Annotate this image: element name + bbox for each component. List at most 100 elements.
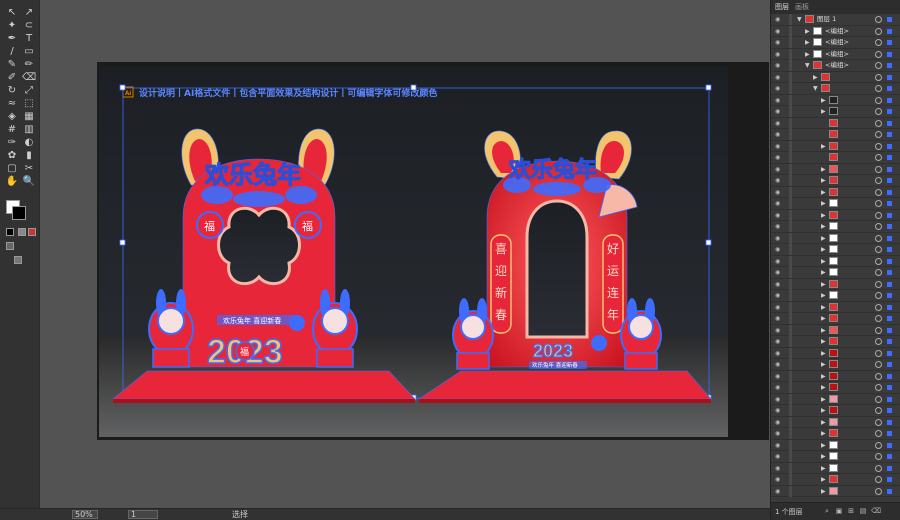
visibility-eye-icon[interactable]: ◉ — [775, 269, 780, 276]
visibility-eye-icon[interactable]: ◉ — [775, 258, 780, 265]
target-circle-icon[interactable] — [875, 349, 882, 357]
target-circle-icon[interactable] — [875, 326, 882, 334]
selection-indicator[interactable] — [887, 488, 892, 494]
target-circle-icon[interactable] — [875, 338, 882, 345]
layer-row[interactable]: ◉ ▶ — [771, 428, 900, 440]
pen-tool-icon[interactable]: ✒ — [5, 32, 19, 46]
visibility-eye-icon[interactable]: ◉ — [775, 442, 780, 449]
lock-toggle[interactable] — [789, 209, 792, 221]
layer-row[interactable]: ◉ ▶ <编组> — [771, 25, 900, 37]
expand-triangle-icon[interactable]: ▶ — [821, 166, 826, 173]
target-circle-icon[interactable] — [875, 39, 882, 46]
visibility-eye-icon[interactable]: ◉ — [775, 235, 780, 242]
lock-toggle[interactable] — [789, 152, 792, 163]
expand-triangle-icon[interactable]: ▶ — [821, 373, 826, 380]
target-circle-icon[interactable] — [875, 50, 882, 58]
visibility-eye-icon[interactable]: ◉ — [775, 200, 780, 207]
shape-builder-tool-icon[interactable]: ◈ — [5, 110, 19, 124]
selection-indicator[interactable] — [887, 465, 892, 471]
expand-triangle-icon[interactable]: ▶ — [821, 97, 826, 104]
layer-row[interactable]: ◉ ▶ — [771, 209, 900, 221]
lock-toggle[interactable] — [789, 405, 792, 416]
target-circle-icon[interactable] — [875, 315, 882, 322]
selection-indicator[interactable] — [887, 350, 892, 356]
layer-row[interactable]: ◉ ▶ — [771, 313, 900, 325]
layer-row[interactable]: ◉ ▶ — [771, 244, 900, 256]
visibility-eye-icon[interactable]: ◉ — [775, 465, 780, 472]
none-color-icon[interactable] — [28, 228, 36, 236]
color-mode-icon[interactable] — [18, 228, 26, 236]
expand-triangle-icon[interactable]: ▶ — [821, 246, 826, 253]
layer-row[interactable]: ◉ ▶ — [771, 324, 900, 336]
make-clipping-mask-icon[interactable]: ▣ — [835, 507, 843, 515]
scale-tool-icon[interactable]: ⤢ — [22, 84, 36, 98]
visibility-eye-icon[interactable]: ◉ — [775, 373, 780, 380]
selection-indicator[interactable] — [887, 247, 892, 252]
layer-row[interactable]: ◉ ▶ — [771, 485, 900, 497]
visibility-eye-icon[interactable]: ◉ — [775, 246, 780, 253]
collapse-triangle-icon[interactable]: ▼ — [805, 62, 810, 69]
selection-indicator[interactable] — [887, 327, 892, 333]
layer-row[interactable]: ◉ ▶ — [771, 347, 900, 359]
target-circle-icon[interactable] — [875, 257, 882, 265]
lock-toggle[interactable] — [789, 83, 792, 94]
visibility-eye-icon[interactable]: ◉ — [775, 327, 780, 334]
selection-indicator[interactable] — [887, 166, 892, 172]
layer-row[interactable]: ◉ — [771, 152, 900, 164]
lasso-tool-icon[interactable]: ⊂ — [22, 19, 36, 33]
lock-toggle[interactable] — [789, 267, 792, 278]
artboard-tool-icon[interactable]: ▢ — [5, 162, 19, 176]
selection-indicator[interactable] — [887, 454, 892, 459]
selection-indicator[interactable] — [887, 120, 892, 126]
visibility-eye-icon[interactable]: ◉ — [775, 120, 780, 127]
lock-toggle[interactable] — [789, 474, 792, 485]
lock-toggle[interactable] — [789, 60, 792, 71]
visibility-eye-icon[interactable]: ◉ — [775, 189, 780, 196]
target-circle-icon[interactable] — [875, 27, 882, 35]
target-circle-icon[interactable] — [875, 234, 882, 242]
expand-triangle-icon[interactable]: ▶ — [821, 338, 826, 345]
draw-mode-icon[interactable] — [6, 242, 14, 250]
target-circle-icon[interactable] — [875, 85, 882, 92]
expand-triangle-icon[interactable]: ▶ — [805, 51, 810, 58]
eraser-tool-icon[interactable]: ⌫ — [22, 71, 36, 85]
lock-toggle[interactable] — [789, 278, 792, 290]
visibility-eye-icon[interactable]: ◉ — [775, 51, 780, 58]
layer-row[interactable]: ◉ ▶ — [771, 255, 900, 267]
target-circle-icon[interactable] — [875, 211, 882, 219]
selection-indicator[interactable] — [887, 40, 892, 45]
type-tool-icon[interactable]: T — [22, 32, 36, 46]
expand-triangle-icon[interactable]: ▶ — [821, 327, 826, 334]
layer-row[interactable]: ◉ ▶ — [771, 278, 900, 290]
target-circle-icon[interactable] — [875, 418, 882, 426]
layer-row[interactable]: ◉ ▶ — [771, 474, 900, 486]
layer-row[interactable]: ◉ ▶ — [771, 221, 900, 233]
lock-toggle[interactable] — [789, 232, 792, 244]
selection-indicator[interactable] — [887, 51, 892, 57]
target-circle-icon[interactable] — [875, 407, 882, 414]
lock-toggle[interactable] — [789, 106, 792, 117]
collapse-triangle-icon[interactable]: ▼ — [813, 85, 818, 92]
lock-toggle[interactable] — [789, 347, 792, 359]
selection-indicator[interactable] — [887, 178, 892, 183]
target-circle-icon[interactable] — [875, 108, 882, 115]
selection-indicator[interactable] — [887, 477, 892, 482]
target-circle-icon[interactable] — [875, 62, 882, 69]
layer-row[interactable]: ◉ ▶ — [771, 140, 900, 152]
expand-triangle-icon[interactable]: ▶ — [821, 223, 826, 230]
target-circle-icon[interactable] — [875, 16, 882, 23]
expand-triangle-icon[interactable]: ▶ — [821, 419, 826, 426]
expand-triangle-icon[interactable]: ▶ — [821, 350, 826, 357]
lock-toggle[interactable] — [789, 244, 792, 255]
paintbrush-tool-icon[interactable]: ✎ — [5, 58, 19, 72]
target-circle-icon[interactable] — [875, 441, 882, 449]
expand-triangle-icon[interactable]: ▶ — [821, 212, 826, 219]
symbol-sprayer-tool-icon[interactable]: ✿ — [5, 149, 19, 163]
layer-row[interactable]: ◉ ▶ — [771, 462, 900, 474]
target-circle-icon[interactable] — [875, 131, 882, 138]
column-graph-tool-icon[interactable]: ▮ — [22, 149, 36, 163]
lock-toggle[interactable] — [789, 370, 792, 382]
visibility-eye-icon[interactable]: ◉ — [775, 304, 780, 311]
expand-triangle-icon[interactable]: ▶ — [805, 39, 810, 46]
selection-indicator[interactable] — [887, 304, 892, 310]
